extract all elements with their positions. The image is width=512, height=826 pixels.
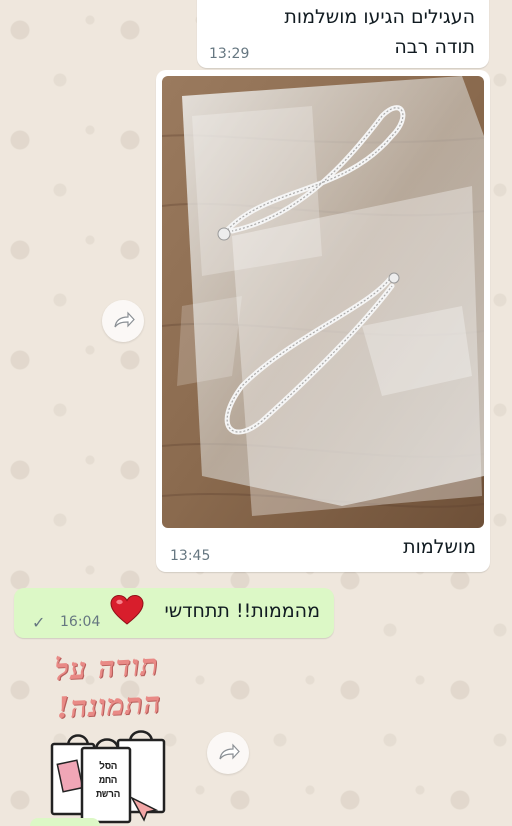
sticker-line: התמונה! <box>55 685 163 725</box>
thank-you-sticker[interactable]: תודה על התמונה! הסל החמ הרשת <box>18 647 196 826</box>
message-timestamp: 16:04 <box>60 614 101 630</box>
message-text: העגילים הגיעו מושלמות תודה רבה <box>215 2 475 62</box>
photo-image <box>162 76 484 528</box>
message-bubble-incoming[interactable]: העגילים הגיעו מושלמות תודה רבה 13:29 <box>197 0 489 68</box>
heart-icon <box>110 594 144 625</box>
forward-button[interactable] <box>102 300 144 342</box>
message-timestamp: 13:45 <box>170 548 211 564</box>
forward-arrow-icon <box>219 743 240 760</box>
message-timestamp: 13:29 <box>209 46 250 62</box>
sticker-text: תודה על התמונה! <box>16 643 200 728</box>
bag-text: הסל החמ הרשת <box>86 760 130 802</box>
bag-text-line: הסל <box>98 761 117 772</box>
message-bubble-photo[interactable]: מושלמות 13:45 <box>156 70 490 572</box>
forward-button[interactable] <box>207 732 249 774</box>
bag-text-line: החמ <box>98 775 117 786</box>
message-bubble-outgoing-partial[interactable] <box>30 818 100 826</box>
message-bubble-outgoing[interactable]: מהממות!! תתחדשי 16:04 ✓ <box>14 588 334 638</box>
message-line: תודה רבה <box>394 36 475 58</box>
message-line: העגילים הגיעו מושלמות <box>284 6 475 28</box>
forward-arrow-icon <box>114 311 135 328</box>
bag-text-line: הרשת <box>95 789 120 800</box>
earrings-photo[interactable] <box>162 76 484 528</box>
check-icon: ✓ <box>32 613 46 632</box>
photo-caption: מושלמות <box>403 536 476 558</box>
